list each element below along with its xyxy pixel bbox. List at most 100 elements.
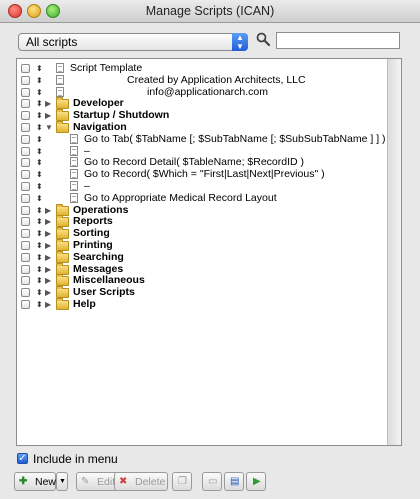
- row-checkbox[interactable]: [21, 241, 30, 250]
- new-button[interactable]: ✚ New: [14, 472, 56, 491]
- row-checkbox[interactable]: [21, 158, 30, 168]
- script-row[interactable]: ⬍ Go to Record( $Which = "First|Last|Next…: [17, 169, 389, 181]
- row-checkbox[interactable]: [21, 276, 30, 286]
- drag-handle-icon[interactable]: ⬍: [36, 240, 43, 251]
- popup-arrows-icon: ▲ ▼: [232, 33, 248, 51]
- row-checkbox[interactable]: [21, 252, 30, 262]
- script-label: Go to Appropriate Medical Record Layout: [84, 191, 277, 204]
- folder-row[interactable]: ⬍ ▶ Help: [17, 298, 389, 311]
- drag-handle-icon[interactable]: ⬍: [36, 87, 43, 98]
- disclosure-closed-icon[interactable]: ▶: [45, 216, 51, 227]
- drag-handle-icon[interactable]: ⬍: [36, 75, 43, 86]
- separator-icon: [70, 145, 78, 156]
- drag-handle-icon[interactable]: ⬍: [36, 228, 43, 239]
- row-checkbox[interactable]: [21, 111, 30, 121]
- include-in-menu-label: Include in menu: [33, 452, 118, 466]
- folder-label: Sorting: [73, 227, 110, 240]
- print-icon: ▭: [208, 476, 218, 487]
- delete-button-label: Delete: [135, 476, 166, 488]
- folder-label: Navigation: [73, 121, 127, 133]
- drag-handle-icon[interactable]: ⬍: [36, 122, 43, 133]
- drag-handle-icon[interactable]: ⬍: [36, 63, 43, 74]
- new-menu-button[interactable]: ▼: [56, 472, 68, 491]
- duplicate-button[interactable]: ❐: [172, 472, 192, 491]
- search-input[interactable]: [276, 32, 400, 49]
- row-checkbox[interactable]: [21, 300, 30, 309]
- row-checkbox[interactable]: [21, 75, 30, 85]
- script-row[interactable]: ⬍ Created by Application Architects, LLC: [17, 73, 389, 87]
- drag-handle-icon[interactable]: ⬍: [36, 110, 43, 121]
- row-checkbox[interactable]: [21, 146, 30, 156]
- script-list[interactable]: ⬍ Script Template ⬍ Created by Application …: [16, 58, 402, 446]
- scrollbar[interactable]: [387, 59, 401, 445]
- drag-handle-icon[interactable]: ⬍: [36, 146, 43, 157]
- folder-label: Help: [73, 298, 96, 310]
- row-checkbox[interactable]: [21, 205, 30, 215]
- disclosure-closed-icon[interactable]: ▶: [45, 205, 51, 216]
- row-checkbox[interactable]: [21, 182, 30, 191]
- row-checkbox[interactable]: [21, 123, 30, 132]
- disclosure-closed-icon[interactable]: ▶: [45, 240, 51, 251]
- script-row[interactable]: ⬍ Go to Tab( $TabName [; $SubTabName [; $…: [17, 133, 389, 146]
- disclosure-closed-icon[interactable]: ▶: [45, 275, 51, 286]
- script-icon: [70, 192, 78, 203]
- script-icon: [70, 133, 78, 144]
- drag-handle-icon[interactable]: ⬍: [36, 275, 43, 286]
- row-checkbox[interactable]: [21, 87, 30, 97]
- folder-icon: [56, 203, 69, 216]
- script-label: Created by Application Architects, LLC: [127, 73, 306, 86]
- disclosure-closed-icon[interactable]: ▶: [45, 228, 51, 239]
- row-checkbox[interactable]: [21, 217, 30, 227]
- disclosure-closed-icon[interactable]: ▶: [45, 98, 51, 109]
- drag-handle-icon[interactable]: ⬍: [36, 181, 43, 192]
- drag-handle-icon[interactable]: ⬍: [36, 169, 43, 180]
- row-checkbox[interactable]: [21, 288, 30, 298]
- script-icon: [56, 86, 64, 97]
- folder-label: Printing: [73, 239, 113, 251]
- perform-button[interactable]: ▶: [246, 472, 266, 491]
- row-checkbox[interactable]: [21, 134, 30, 144]
- row-checkbox[interactable]: [21, 64, 30, 73]
- folder-icon: [56, 250, 69, 263]
- script-icon: [70, 157, 78, 168]
- drag-handle-icon[interactable]: ⬍: [36, 157, 43, 168]
- drag-handle-icon[interactable]: ⬍: [36, 299, 43, 310]
- checkmark-icon: ✓: [17, 453, 28, 464]
- row-checkbox[interactable]: [21, 99, 30, 109]
- row-checkbox[interactable]: [21, 264, 30, 274]
- drag-handle-icon[interactable]: ⬍: [36, 216, 43, 227]
- disclosure-closed-icon[interactable]: ▶: [45, 264, 51, 275]
- import-button[interactable]: ▤: [224, 472, 244, 491]
- disclosure-closed-icon[interactable]: ▶: [45, 252, 51, 263]
- script-row[interactable]: ⬍ Go to Appropriate Medical Record Layout: [17, 191, 389, 205]
- disclosure-closed-icon[interactable]: ▶: [45, 299, 51, 310]
- delete-button[interactable]: ✖ Delete: [114, 472, 168, 491]
- script-label: Script Template: [70, 62, 143, 74]
- folder-icon: [56, 227, 69, 240]
- disclosure-closed-icon[interactable]: ▶: [45, 287, 51, 298]
- drag-handle-icon[interactable]: ⬍: [36, 264, 43, 275]
- row-checkbox[interactable]: [21, 193, 30, 203]
- script-filter-popup[interactable]: All scripts ▲ ▼: [18, 33, 248, 51]
- print-button[interactable]: ▭: [202, 472, 222, 491]
- folder-label: Miscellaneous: [73, 274, 145, 287]
- folder-row[interactable]: ⬍ ▶ Searching: [17, 250, 389, 264]
- folder-icon: [56, 239, 69, 251]
- window-title: Manage Scripts (ICAN): [145, 4, 275, 18]
- drag-handle-icon[interactable]: ⬍: [36, 252, 43, 263]
- folder-label: Searching: [73, 250, 124, 263]
- drag-handle-icon[interactable]: ⬍: [36, 98, 43, 109]
- folder-label: Startup / Shutdown: [73, 109, 170, 122]
- play-icon: ▶: [253, 476, 261, 487]
- disclosure-closed-icon[interactable]: ▶: [45, 110, 51, 121]
- drag-handle-icon[interactable]: ⬍: [36, 134, 43, 145]
- folder-label: Messages: [73, 262, 124, 275]
- delete-icon: ✖: [119, 476, 128, 487]
- row-checkbox[interactable]: [21, 229, 30, 239]
- drag-handle-icon[interactable]: ⬍: [36, 205, 43, 216]
- drag-handle-icon[interactable]: ⬍: [36, 193, 43, 204]
- row-checkbox[interactable]: [21, 170, 30, 180]
- script-label: Go to Record( $Which = "First|Last|Next|…: [84, 168, 325, 181]
- disclosure-open-icon[interactable]: ▼: [45, 122, 53, 133]
- drag-handle-icon[interactable]: ⬍: [36, 287, 43, 298]
